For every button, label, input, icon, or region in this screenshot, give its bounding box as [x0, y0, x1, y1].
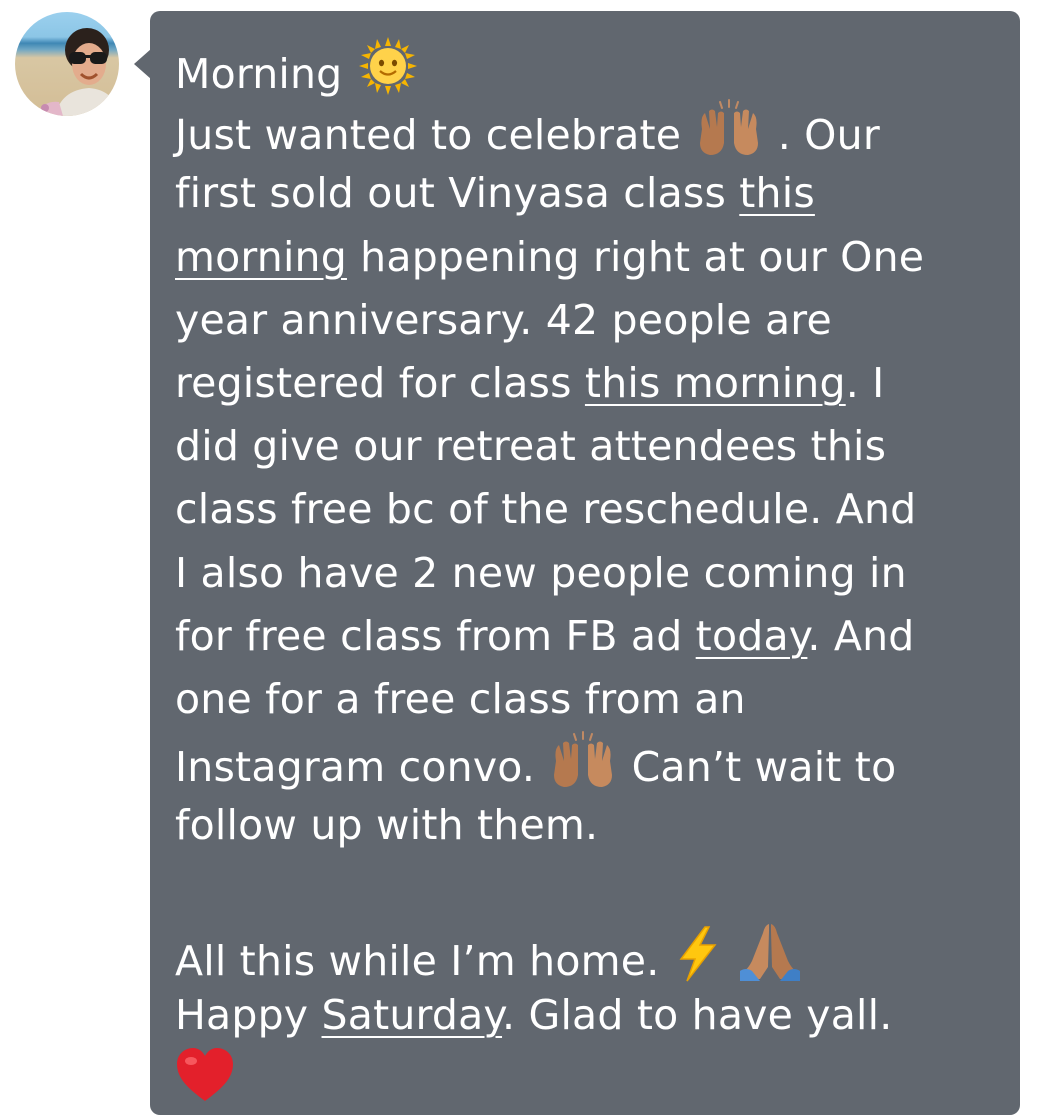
message-line-1: Morning	[175, 36, 990, 99]
message-line-6: registered for class this morning. I	[175, 358, 885, 407]
message-line-13: follow up with them.	[175, 801, 599, 850]
message-line-12: Instagram convo. Can’t wait to	[175, 731, 990, 794]
sun-with-face-icon	[358, 36, 418, 96]
message-line-10: for free class from FB ad today. And	[175, 611, 915, 660]
date-link-this-morning[interactable]: this	[739, 169, 815, 217]
date-link-saturday[interactable]: Saturday	[322, 991, 503, 1039]
raising-hands-icon	[550, 731, 616, 789]
message-line-8: class free bc of the reschedule. And	[175, 485, 917, 534]
message-line-16: Happy Saturday. Glad to have yall.	[175, 990, 893, 1039]
red-heart-icon	[175, 1047, 235, 1103]
message-line-17	[175, 1047, 990, 1110]
message-line-3: first sold out Vinyasa class this	[175, 169, 815, 218]
date-link-this-morning-2[interactable]: this morning	[585, 359, 846, 407]
raising-hands-icon	[696, 99, 762, 157]
message-bubble[interactable]: Morning Just wanted to celebrate . Our f…	[150, 11, 1020, 1115]
avatar[interactable]	[15, 12, 119, 116]
profile-photo-icon	[35, 28, 119, 116]
message-line-2: Just wanted to celebrate . Our	[175, 99, 990, 162]
date-link-this-morning-cont[interactable]: morning	[175, 233, 347, 281]
message-line-5: year anniversary. 42 people are	[175, 295, 832, 344]
message-line-7: did give our retreat attendees this	[175, 422, 887, 471]
message-line-11: one for a free class from an	[175, 674, 746, 723]
folded-hands-icon	[738, 921, 802, 983]
bubble-tail	[134, 49, 151, 79]
date-link-today[interactable]: today	[696, 612, 808, 660]
high-voltage-icon	[675, 925, 721, 983]
message-text: Morning	[175, 50, 343, 98]
message-line-9: I also have 2 new people coming in	[175, 548, 907, 597]
message-line-15: All this while I’m home.	[175, 921, 990, 985]
message-line-4: morning happening right at our One	[175, 232, 925, 281]
